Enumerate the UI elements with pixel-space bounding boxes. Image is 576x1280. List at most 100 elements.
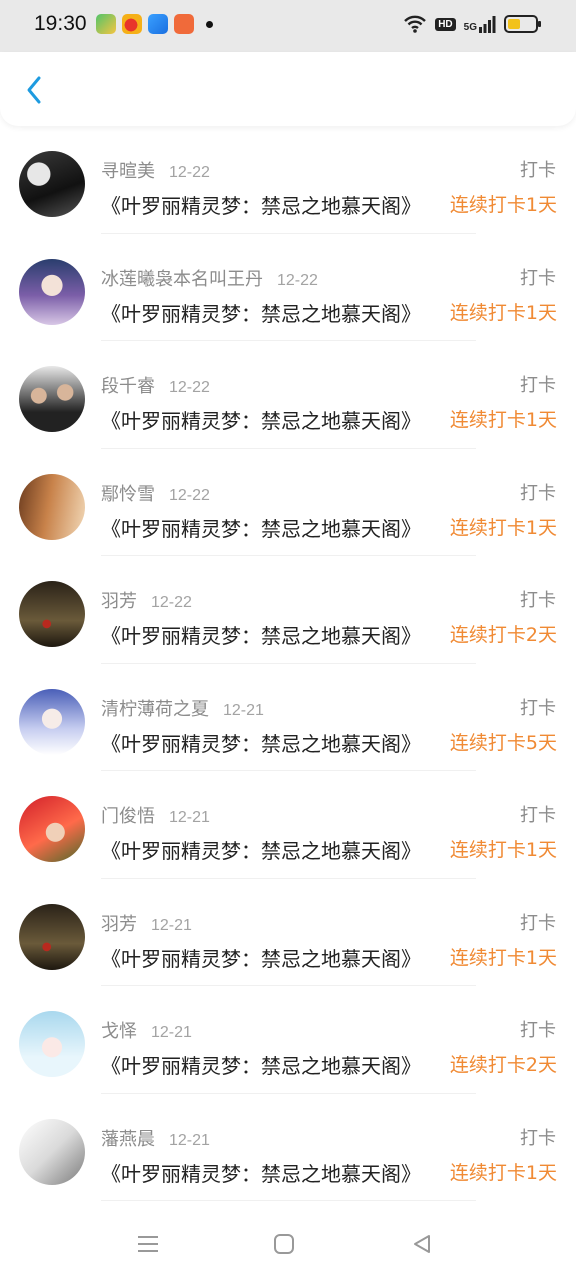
wifi-icon — [404, 15, 427, 33]
list-item[interactable]: 藩燕晨 12-21 打卡 《叶罗丽精灵梦：禁忌之地慕天阁》 连续打卡1天 — [0, 1094, 576, 1201]
checkin-date: 12-22 — [169, 164, 210, 181]
checkin-action-label: 打卡 — [520, 160, 556, 181]
status-time: 19:30 — [34, 12, 87, 35]
book-title[interactable]: 《叶罗丽精灵梦：禁忌之地慕天阁》 — [101, 728, 443, 757]
user-name[interactable]: 羽芳 — [101, 591, 137, 612]
checkin-date: 12-21 — [151, 916, 192, 934]
user-name[interactable]: 藩燕晨 — [101, 1129, 155, 1150]
checkin-date: 12-21 — [169, 809, 210, 826]
avatar[interactable] — [19, 151, 85, 217]
back-button[interactable] — [16, 72, 52, 108]
user-name-line: 羽芳 12-22 — [101, 587, 192, 613]
checkin-date: 12-21 — [151, 1024, 192, 1041]
system-nav-bar — [0, 1212, 576, 1280]
user-name[interactable]: 寻暄美 — [101, 161, 155, 182]
book-title[interactable]: 《叶罗丽精灵梦：禁忌之地慕天阁》 — [101, 405, 443, 434]
streak-count: 连续打卡1天 — [449, 409, 557, 431]
back-triangle-icon — [414, 1235, 430, 1253]
user-name[interactable]: 羽芳 — [101, 914, 137, 935]
divider — [101, 1200, 476, 1201]
home-button[interactable] — [270, 1230, 298, 1258]
list-item[interactable]: 戈怿 12-21 打卡 《叶罗丽精灵梦：禁忌之地慕天阁》 连续打卡2天 — [0, 986, 576, 1094]
list-item[interactable]: 羽芳 12-22 打卡 《叶罗丽精灵梦：禁忌之地慕天阁》 连续打卡2天 — [0, 556, 576, 664]
avatar[interactable] — [19, 581, 85, 647]
list-item[interactable]: 门俊悟 12-21 打卡 《叶罗丽精灵梦：禁忌之地慕天阁》 连续打卡1天 — [0, 771, 576, 879]
avatar[interactable] — [19, 366, 85, 432]
weibo-icon — [122, 14, 142, 34]
streak-count: 连续打卡1天 — [449, 1161, 557, 1184]
avatar[interactable] — [19, 1118, 85, 1185]
user-name-line: 门俊悟 12-21 — [101, 802, 210, 828]
book-title[interactable]: 《叶罗丽精灵梦：禁忌之地慕天阁》 — [101, 943, 443, 972]
list-item[interactable]: 鄢怜雪 12-22 打卡 《叶罗丽精灵梦：禁忌之地慕天阁》 连续打卡1天 — [0, 449, 576, 556]
orange-app-icon — [174, 14, 194, 34]
checkin-action-label: 打卡 — [520, 805, 556, 826]
checkin-date: 12-22 — [151, 594, 192, 611]
nav-back-button[interactable] — [408, 1230, 436, 1258]
battery-icon — [504, 15, 541, 33]
network-type-label: 5G — [463, 22, 477, 33]
game-app-icon — [96, 14, 116, 34]
checkin-action-label: 打卡 — [520, 590, 556, 611]
notification-icons — [96, 14, 213, 34]
streak-count: 连续打卡1天 — [449, 516, 557, 539]
user-name[interactable]: 门俊悟 — [101, 806, 155, 827]
checkin-action-label: 打卡 — [520, 912, 556, 934]
checkin-date: 12-22 — [277, 271, 318, 289]
menu-button[interactable] — [134, 1230, 162, 1258]
user-name[interactable]: 冰莲曦袅本名叫王丹 — [101, 269, 263, 290]
checkin-action-label: 打卡 — [520, 697, 556, 719]
battery-level — [508, 19, 520, 29]
streak-count: 连续打卡2天 — [449, 624, 557, 646]
status-bar: 19:30 HD 5G — [0, 0, 576, 52]
user-name-line: 段千睿 12-22 — [101, 372, 210, 398]
list-item[interactable]: 寻暄美 12-22 打卡 《叶罗丽精灵梦：禁忌之地慕天阁》 连续打卡1天 — [0, 126, 576, 234]
user-name[interactable]: 段千睿 — [101, 376, 155, 397]
streak-count: 连续打卡1天 — [449, 301, 557, 324]
user-name[interactable]: 清柠薄荷之夏 — [101, 699, 209, 720]
user-name[interactable]: 戈怿 — [101, 1021, 137, 1042]
book-title[interactable]: 《叶罗丽精灵梦：禁忌之地慕天阁》 — [101, 835, 443, 864]
hd-badge: HD — [435, 17, 456, 31]
checkin-action-label: 打卡 — [520, 375, 556, 396]
top-nav — [0, 52, 576, 126]
book-title[interactable]: 《叶罗丽精灵梦：禁忌之地慕天阁》 — [101, 298, 443, 327]
user-name-line: 冰莲曦袅本名叫王丹 12-22 — [101, 265, 318, 291]
list-item[interactable]: 冰莲曦袅本名叫王丹 12-22 打卡 《叶罗丽精灵梦：禁忌之地慕天阁》 连续打卡1… — [0, 234, 576, 341]
home-square-icon — [274, 1234, 294, 1254]
chevron-left-icon — [27, 76, 41, 104]
checkin-action-label: 打卡 — [520, 267, 556, 289]
list-item[interactable]: 羽芳 12-21 打卡 《叶罗丽精灵梦：禁忌之地慕天阁》 连续打卡1天 — [0, 879, 576, 986]
signal-icon: 5G — [464, 15, 496, 33]
book-title[interactable]: 《叶罗丽精灵梦：禁忌之地慕天阁》 — [101, 1050, 443, 1079]
avatar[interactable] — [19, 796, 85, 862]
list-item[interactable]: 清柠薄荷之夏 12-21 打卡 《叶罗丽精灵梦：禁忌之地慕天阁》 连续打卡5天 — [0, 664, 576, 771]
checkin-date: 12-21 — [223, 701, 264, 719]
user-name-line: 清柠薄荷之夏 12-21 — [101, 695, 264, 721]
checkin-action-label: 打卡 — [520, 482, 556, 504]
menu-icon — [138, 1236, 158, 1252]
user-name-line: 鄢怜雪 12-22 — [101, 480, 210, 506]
book-title[interactable]: 《叶罗丽精灵梦：禁忌之地慕天阁》 — [101, 190, 443, 219]
checkin-date: 12-21 — [169, 1131, 210, 1149]
checkin-action-label: 打卡 — [520, 1020, 556, 1041]
checkin-date: 12-22 — [169, 379, 210, 396]
blue-app-icon — [148, 14, 168, 34]
user-name[interactable]: 鄢怜雪 — [101, 484, 155, 505]
streak-count: 连续打卡1天 — [449, 839, 557, 861]
book-title[interactable]: 《叶罗丽精灵梦：禁忌之地慕天阁》 — [101, 513, 443, 542]
checkin-date: 12-22 — [169, 486, 210, 504]
streak-count: 连续打卡2天 — [449, 1054, 557, 1076]
streak-count: 连续打卡5天 — [449, 731, 557, 754]
avatar[interactable] — [19, 473, 85, 540]
book-title[interactable]: 《叶罗丽精灵梦：禁忌之地慕天阁》 — [101, 1158, 443, 1187]
avatar[interactable] — [19, 903, 85, 970]
user-name-line: 寻暄美 12-22 — [101, 157, 210, 183]
avatar[interactable] — [19, 688, 85, 755]
user-name-line: 戈怿 12-21 — [101, 1017, 192, 1043]
avatar[interactable] — [19, 258, 85, 325]
list-item[interactable]: 段千睿 12-22 打卡 《叶罗丽精灵梦：禁忌之地慕天阁》 连续打卡1天 — [0, 341, 576, 449]
avatar[interactable] — [19, 1011, 85, 1077]
book-title[interactable]: 《叶罗丽精灵梦：禁忌之地慕天阁》 — [101, 620, 443, 649]
user-name-line: 羽芳 12-21 — [101, 910, 192, 936]
